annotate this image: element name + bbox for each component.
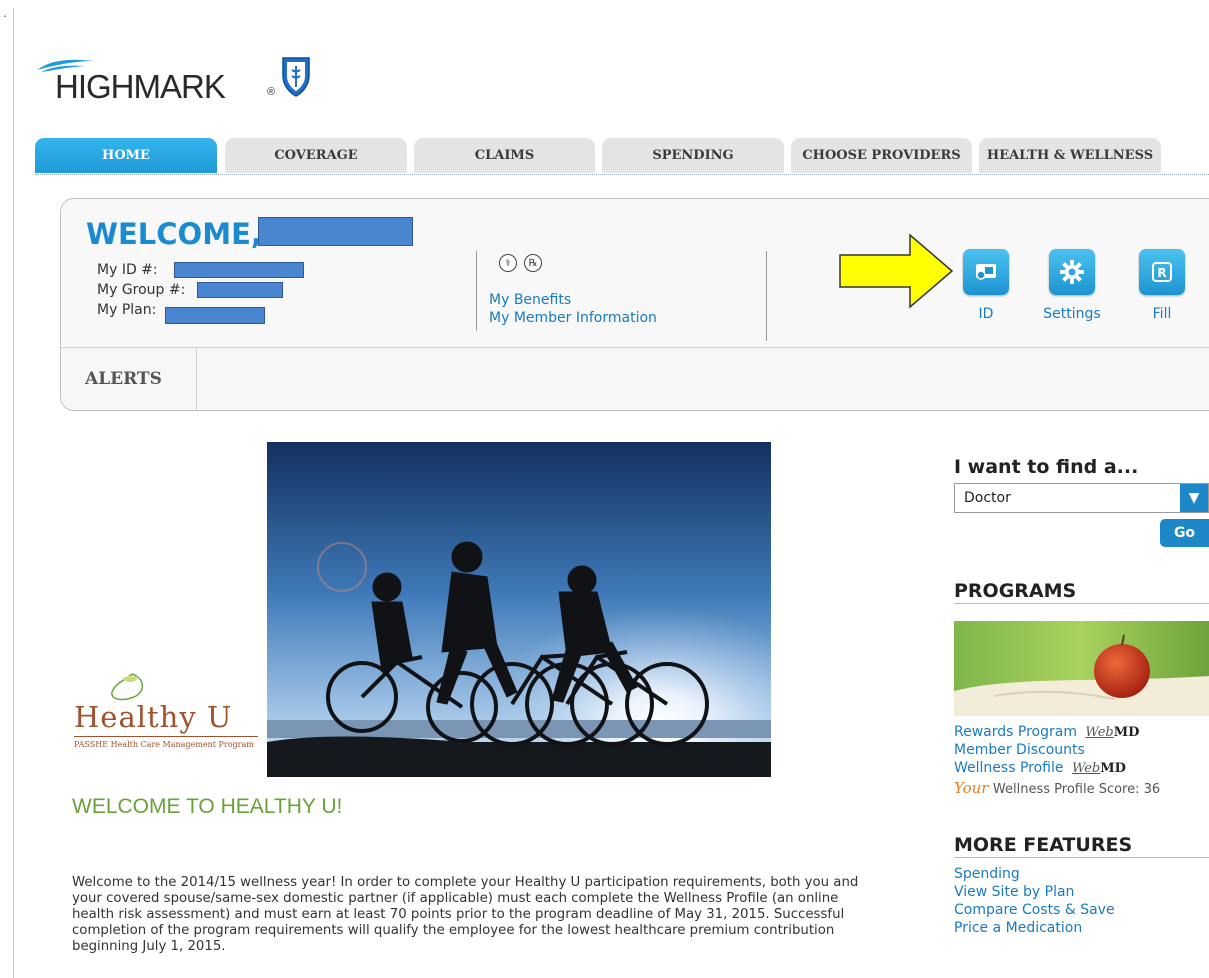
programs-apple-image — [954, 621, 1209, 716]
highmark-logo[interactable]: HIGHMARK ® — [35, 52, 315, 112]
id-card-button[interactable] — [963, 249, 1009, 295]
compare-costs-link[interactable]: Compare Costs & Save — [954, 902, 1115, 918]
settings-button[interactable] — [1049, 249, 1095, 295]
panel-divider-left — [476, 251, 477, 331]
tab-claims[interactable]: CLAIMS — [414, 138, 595, 173]
rewards-program-link[interactable]: Rewards Program WebMD — [954, 724, 1139, 741]
brand-registered: ® — [267, 86, 276, 98]
view-site-by-plan-link[interactable]: View Site by Plan — [954, 884, 1074, 900]
id-card-icon — [976, 264, 996, 280]
brand-name: HIGHMARK — [55, 68, 226, 105]
hero-bikers-image — [267, 442, 771, 777]
healthy-u-logo: Healthy U PASSHE Health Care Management … — [74, 670, 264, 760]
programs-rule — [954, 603, 1209, 604]
tab-spending[interactable]: SPENDING — [602, 138, 784, 173]
main-nav-tabs: HOME COVERAGE CLAIMS SPENDING CHOOSE PRO… — [35, 138, 1209, 175]
fill-label[interactable]: Fill — [1139, 306, 1185, 322]
rx-icon: R — [1152, 262, 1172, 282]
healthy-u-wordmark: Healthy U — [74, 700, 233, 734]
webmd-logo-2: WebMD — [1071, 761, 1126, 776]
my-id-label: My ID #: — [97, 262, 158, 278]
webmd-logo: WebMD — [1085, 725, 1140, 740]
my-plan-label: My Plan: — [97, 302, 157, 318]
gear-icon — [1060, 260, 1084, 284]
wellness-score-row: Your Wellness Profile Score: 36 — [954, 780, 1160, 798]
healthy-u-rule — [74, 736, 258, 737]
wellness-profile-link[interactable]: Wellness Profile WebMD — [954, 760, 1126, 777]
more-features-rule — [954, 857, 1209, 858]
my-benefits-link[interactable]: My Benefits — [489, 292, 571, 308]
wellness-profile-label[interactable]: Wellness Profile — [954, 760, 1063, 776]
panel-divider-right — [766, 251, 767, 341]
rewards-program-label[interactable]: Rewards Program — [954, 724, 1077, 740]
your-script-label: Your — [954, 779, 989, 797]
welcome-greeting: WELCOME, — [86, 217, 262, 251]
more-features-title: MORE FEATURES — [954, 834, 1133, 856]
healthy-u-subtitle: PASSHE Health Care Management Program — [74, 740, 254, 749]
id-label[interactable]: ID — [963, 306, 1009, 322]
medical-icon[interactable]: ⚕ — [499, 254, 517, 272]
spending-link[interactable]: Spending — [954, 866, 1020, 882]
chevron-down-icon[interactable]: ▼ — [1180, 484, 1208, 512]
redacted-group — [197, 282, 283, 298]
fill-button[interactable]: R — [1139, 249, 1185, 295]
alerts-label[interactable]: ALERTS — [61, 348, 197, 410]
svg-text:R: R — [1157, 266, 1166, 280]
left-border — [13, 8, 14, 978]
healthy-u-title: WELCOME TO HEALTHY U! — [72, 795, 343, 818]
healthy-u-body: Welcome to the 2014/15 wellness year! In… — [72, 875, 859, 954]
redacted-id — [174, 262, 304, 278]
programs-title: PROGRAMS — [954, 580, 1077, 602]
tab-choose-providers[interactable]: CHOOSE PROVIDERS — [791, 138, 972, 173]
welcome-panel: WELCOME, My ID #: My Group #: My Plan: ⚕… — [60, 198, 1209, 411]
provider-type-value: Doctor — [964, 490, 1011, 506]
member-discounts-link[interactable]: Member Discounts — [954, 742, 1085, 758]
redacted-name — [258, 217, 413, 246]
tab-health-wellness[interactable]: HEALTH & WELLNESS — [979, 138, 1161, 173]
price-medication-link[interactable]: Price a Medication — [954, 920, 1082, 936]
go-button[interactable]: Go — [1160, 519, 1209, 547]
redacted-plan — [165, 307, 265, 324]
settings-label[interactable]: Settings — [1039, 306, 1105, 322]
blue-shield-icon — [282, 57, 310, 97]
my-group-label: My Group #: — [97, 282, 186, 298]
yellow-arrow-icon — [839, 233, 954, 309]
wellness-score-text: Wellness Profile Score: 36 — [992, 782, 1161, 797]
page-dot: . — [3, 6, 7, 20]
tab-home[interactable]: HOME — [35, 138, 217, 173]
my-member-info-link[interactable]: My Member Information — [489, 310, 657, 326]
provider-type-select[interactable]: Doctor ▼ — [954, 483, 1209, 513]
tab-coverage[interactable]: COVERAGE — [225, 138, 407, 173]
finder-title: I want to find a... — [954, 456, 1139, 478]
rx-small-icon[interactable]: ℞ — [524, 254, 542, 272]
pear-icon — [111, 673, 144, 701]
